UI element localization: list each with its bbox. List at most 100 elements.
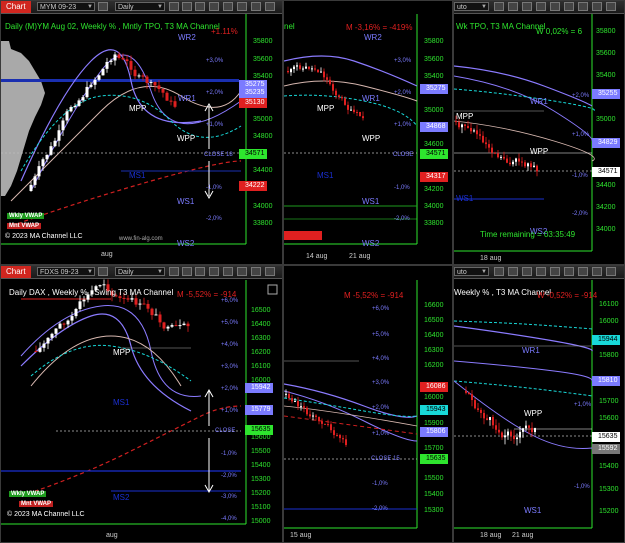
candle-body (102, 284, 106, 286)
chart-title: Daily (M)YM Aug 02, Weekly % , Mntly TPO… (5, 22, 220, 31)
price-axis-label: 35000 (424, 107, 444, 114)
price-axis-label: 34200 (596, 204, 616, 211)
price-axis-label: 16500 (251, 307, 271, 314)
pct-label: -2,0% (572, 211, 588, 217)
candle-body (504, 435, 506, 438)
candle-body (335, 90, 337, 96)
candle-body (173, 101, 177, 107)
level-wpp: WPP (530, 147, 549, 156)
candle-body (169, 100, 173, 102)
candle-body (474, 400, 476, 409)
pct-label: -4,0% (221, 516, 237, 522)
candle-body (133, 69, 137, 77)
candle-body (536, 165, 538, 172)
bar-timer: Time remaining = 03:35:49 (480, 230, 576, 239)
price-axis-label: 35600 (596, 50, 616, 57)
candle-body (62, 323, 66, 325)
level-mpp: MPP (129, 104, 147, 113)
close-label: CLOSE 15 (371, 456, 400, 462)
close-label: CLOSE (215, 428, 236, 434)
candle-body (308, 66, 310, 69)
chart-window-mym-weekly: uto ▼ Wk TPO, T3 MA Channel W 0,02% = 6 W… (453, 0, 625, 265)
price-pane-mym[interactable] (1, 1, 283, 265)
price-axis-label: 34600 (424, 141, 444, 148)
level-wpp: WPP (177, 134, 196, 143)
candle-body (141, 75, 145, 77)
candle-body (333, 430, 335, 435)
candle-body (293, 66, 295, 70)
candle-body (78, 301, 82, 309)
price-axis-label: 16100 (251, 363, 271, 370)
candle-body (477, 408, 479, 410)
candle-body (57, 130, 61, 141)
candle-body (359, 112, 361, 117)
candle-body (455, 121, 457, 123)
price-axis-label: 16400 (424, 332, 444, 339)
candle-body (150, 308, 154, 316)
level-wr2: WR2 (178, 33, 196, 42)
price-axis-label: 15400 (251, 462, 271, 469)
level-mpp: MPP (113, 348, 131, 357)
candle-body (494, 152, 496, 154)
candle-body (534, 428, 536, 433)
candle-body (81, 97, 85, 101)
price-axis-label: 16100 (599, 301, 619, 308)
candle-body (512, 161, 514, 165)
price-axis-label: 16600 (424, 302, 444, 309)
candle-body (461, 124, 463, 128)
date-label: aug (101, 251, 113, 258)
candle-body (153, 82, 157, 86)
candle-body (519, 431, 521, 438)
candle-body (305, 66, 307, 69)
price-axis-label: 35000 (253, 116, 273, 123)
candle-body (471, 394, 473, 401)
level-ms1: MS1 (129, 171, 146, 180)
level-ms1: MS1 (317, 171, 334, 180)
candle-body (122, 297, 126, 299)
candle-body (485, 142, 487, 145)
candle-body (533, 165, 535, 168)
price-tag-34317: 34317 (420, 172, 449, 182)
legend-mnt-vwap: Mnt VWAP (7, 223, 41, 229)
pct-label: +3,0% (206, 58, 224, 64)
pct-label: +1,0% (572, 132, 590, 138)
legend-wkly-vwap: Wkly VWAP (9, 491, 47, 497)
candle-body (510, 431, 512, 436)
price-axis-label: 35600 (253, 56, 273, 63)
candle-body (506, 158, 508, 163)
chart-window-fdxs-weekly: uto ▼ Weekly % , T3 MA Channel W -0,52% =… (453, 265, 625, 543)
candle-body (290, 69, 292, 73)
candle-body (525, 425, 527, 429)
pct-label: -2,0% (372, 506, 388, 512)
candle-body (521, 161, 523, 163)
candle-body (528, 425, 530, 428)
price-axis-label: 15400 (424, 491, 444, 498)
candle-body (297, 401, 299, 407)
price-tag-15779: 15779 (245, 405, 274, 415)
candle-body (129, 61, 133, 70)
chart-title: Daily DAX , Weekly % , Swing T3 MA Chann… (9, 288, 174, 297)
candle-body (500, 156, 502, 158)
price-axis-label: 15300 (599, 486, 619, 493)
candle-body (174, 325, 178, 327)
pct-label: +2,0% (572, 93, 590, 99)
price-axis-label: 16000 (599, 318, 619, 325)
pct-label: -1,0% (206, 185, 222, 191)
pct-label: +1,0% (394, 122, 412, 128)
candle-body (299, 65, 301, 69)
price-axis-label: 35400 (596, 72, 616, 79)
candle-body (347, 104, 349, 110)
pct-label: +2,0% (221, 386, 239, 392)
candle-body (329, 79, 331, 85)
price-tag-16086: 16086 (420, 382, 449, 392)
price-axis-label: 35800 (424, 38, 444, 45)
price-axis-label: 35800 (253, 38, 273, 45)
price-axis-label: 15200 (599, 508, 619, 515)
price-axis-label: 15500 (251, 448, 271, 455)
price-axis-label: 35400 (424, 73, 444, 80)
candle-body (356, 111, 358, 113)
candle-body (138, 303, 142, 305)
candle-body (186, 323, 190, 327)
candle-body (300, 406, 302, 408)
candle-body (458, 122, 460, 128)
